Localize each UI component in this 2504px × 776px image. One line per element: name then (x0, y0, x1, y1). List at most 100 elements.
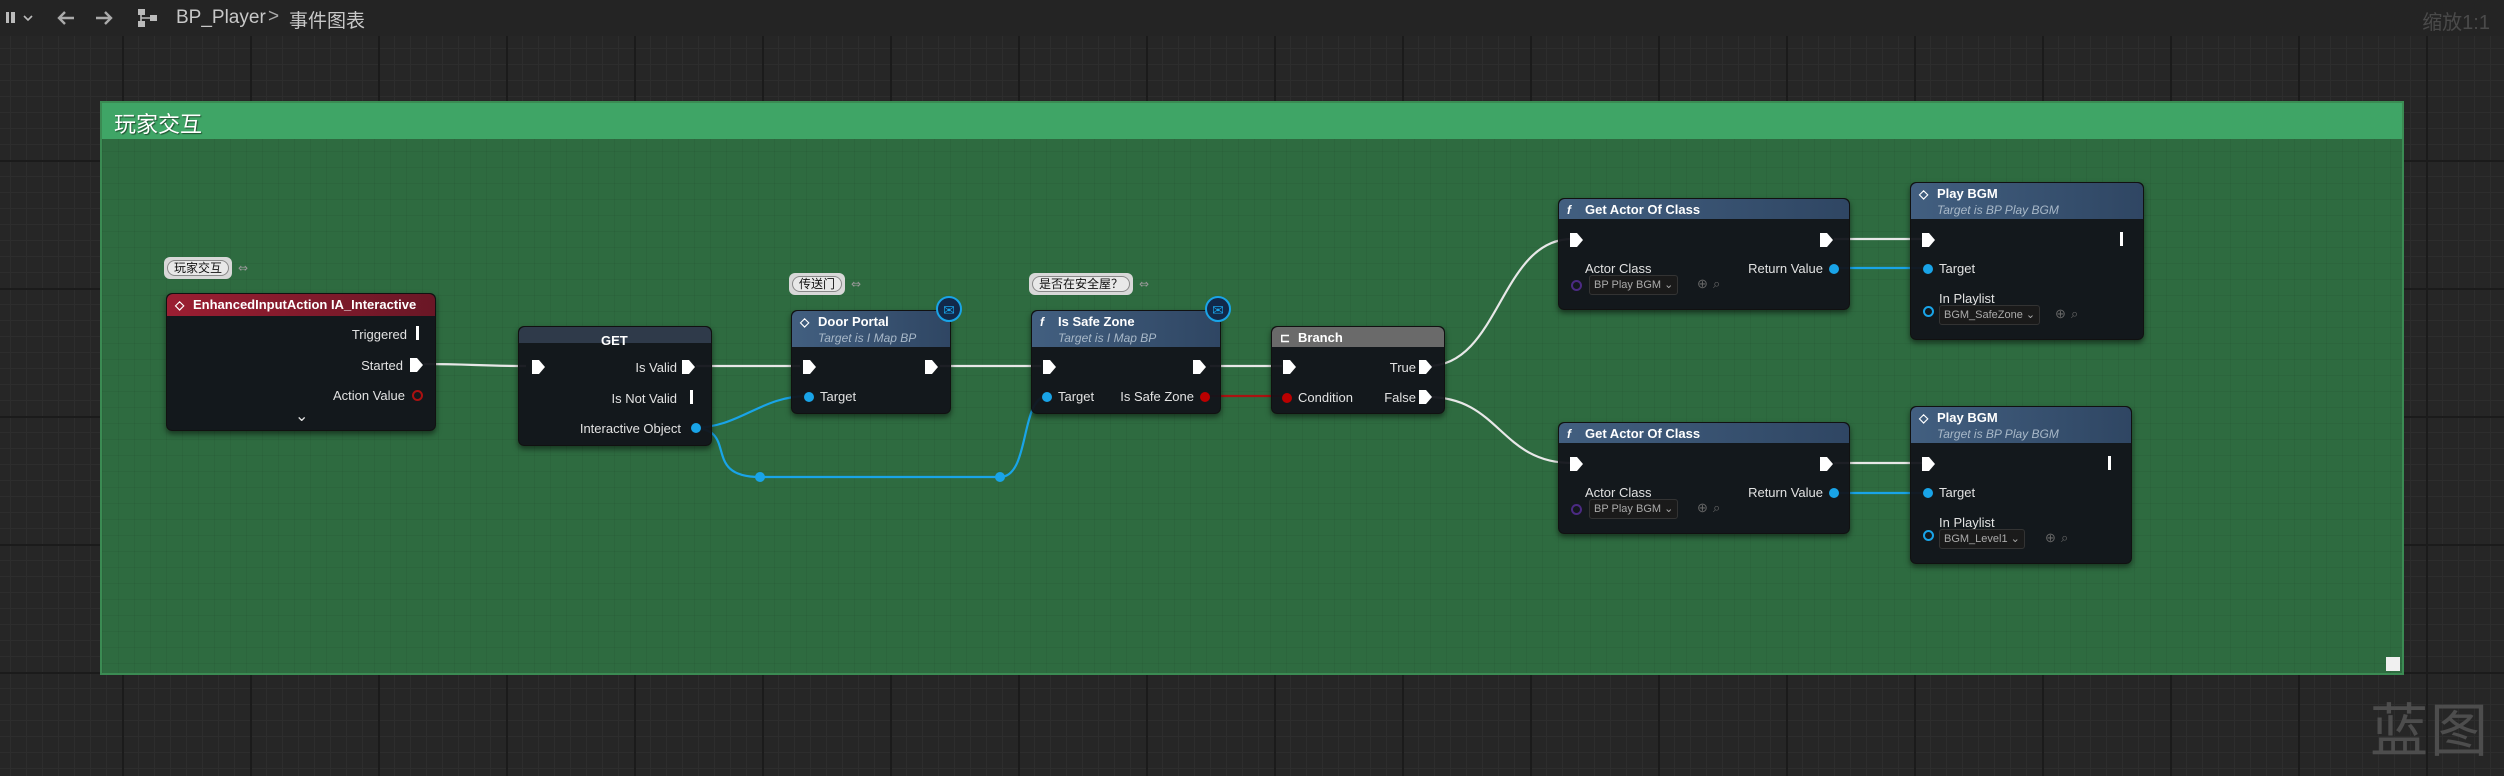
expand-arrow-icon[interactable]: ⌄ (295, 406, 308, 426)
pin-return-value[interactable] (1829, 264, 1839, 274)
pin-label-is-safe-zone: Is Safe Zone (1120, 389, 1194, 404)
pin-label-condition: Condition (1298, 390, 1353, 405)
pin-is-safe-zone[interactable] (1200, 392, 1210, 402)
message-icon: ◇ (800, 315, 810, 329)
node-branch[interactable]: ⊏ Branch True Condition False (1271, 326, 1445, 414)
pin-label-is-valid: Is Valid (635, 360, 677, 375)
node-play-bgm-2[interactable]: ◇ Play BGM Target is BP Play BGM Target … (1910, 406, 2132, 564)
pin-in-playlist[interactable] (1923, 530, 1934, 541)
interface-message-icon: ✉ (1205, 296, 1231, 322)
blueprint-watermark: 蓝图 (2369, 697, 2490, 765)
wire-exec-false-getactor2 (1427, 395, 1573, 465)
pin-label-false: False (1384, 390, 1416, 405)
node-input-event-header[interactable]: ◇ EnhancedInputAction IA_Interactive (167, 294, 435, 316)
node-subtitle: Target is I Map BP (1058, 331, 1157, 345)
browse-asset-icon[interactable]: ⌕ (1713, 500, 1720, 516)
pin-label-in-playlist: In Playlist (1939, 515, 1995, 530)
branch-icon: ⊏ (1280, 331, 1291, 345)
pin-actor-class[interactable] (1571, 280, 1582, 291)
use-selected-asset-icon[interactable]: ⊕ (2045, 530, 2056, 546)
function-icon: f (1567, 203, 1571, 217)
browse-asset-icon[interactable]: ⌕ (1713, 276, 1720, 292)
use-selected-asset-icon[interactable]: ⊕ (1697, 276, 1708, 292)
playlist-dropdown[interactable]: BGM_Level1 ⌄ (1939, 529, 2025, 549)
pin-label-triggered: Triggered (351, 327, 407, 342)
node-get[interactable]: GET Is Valid Is Not Valid Interactive Ob… (518, 326, 712, 446)
node-title: EnhancedInputAction IA_Interactive (193, 297, 417, 312)
pin-interactive-object[interactable] (691, 423, 701, 433)
exec-pin-out[interactable] (2120, 232, 2123, 246)
node-title: GET (601, 333, 628, 348)
node-get-header[interactable]: GET (519, 327, 711, 348)
pin-comment-icon[interactable]: ⇔ (851, 273, 861, 295)
pin-comment-icon[interactable]: ⇔ (1139, 273, 1149, 295)
wire-exec-started-get (423, 362, 527, 368)
node-door-portal-header[interactable]: ◇ Door Portal Target is I Map BP (792, 311, 950, 347)
playlist-value: BGM_Level1 (1944, 533, 2008, 545)
pin-target[interactable] (1042, 392, 1052, 402)
pin-label-interactive-object: Interactive Object (579, 421, 681, 436)
use-selected-asset-icon[interactable]: ⊕ (1697, 500, 1708, 516)
node-get-actor-of-class-2[interactable]: f Get Actor Of Class Actor Class Return … (1558, 422, 1850, 534)
pin-target[interactable] (1923, 264, 1933, 274)
pin-target[interactable] (804, 392, 814, 402)
pin-label-actor-class: Actor Class (1585, 485, 1652, 500)
node-comment-door[interactable]: 传送门 ⇔ (789, 273, 861, 295)
actor-class-value: BP Play BGM (1594, 503, 1662, 515)
pin-label-true: True (1389, 360, 1416, 375)
node-get-actor-of-class-1[interactable]: f Get Actor Of Class Actor Class Return … (1558, 198, 1850, 310)
node-title: Play BGM (1937, 410, 1998, 425)
wire-exec-true-getactor1 (1427, 237, 1573, 368)
pin-label-target: Target (1058, 389, 1095, 404)
actor-class-dropdown[interactable]: BP Play BGM ⌄ (1589, 499, 1679, 519)
node-door-portal[interactable]: ◇ Door Portal Target is I Map BP Target (791, 310, 951, 414)
pin-label-return-value: Return Value (1748, 485, 1823, 500)
node-comment-input-text: 玩家交互 (167, 260, 230, 276)
browse-asset-icon[interactable]: ⌕ (2071, 306, 2078, 322)
actor-class-dropdown[interactable]: BP Play BGM ⌄ (1589, 275, 1679, 295)
message-icon: ◇ (1919, 411, 1929, 425)
pin-label-target: Target (820, 389, 857, 404)
node-get-actor-header[interactable]: f Get Actor Of Class (1559, 199, 1849, 219)
node-play-bgm-header[interactable]: ◇ Play BGM Target is BP Play BGM (1911, 407, 2131, 443)
exec-pin-is-not-valid[interactable] (690, 390, 693, 404)
exec-pin-triggered[interactable] (416, 326, 419, 340)
pin-condition[interactable] (1282, 393, 1292, 403)
node-comment-input[interactable]: 玩家交互 ⇔ (164, 257, 248, 279)
pin-actor-class[interactable] (1571, 504, 1582, 515)
node-subtitle: Target is I Map BP (818, 331, 917, 345)
browse-asset-icon[interactable]: ⌕ (2061, 530, 2068, 546)
pin-return-value[interactable] (1829, 488, 1839, 498)
exec-pin-out[interactable] (2108, 456, 2111, 470)
pin-comment-icon[interactable]: ⇔ (238, 257, 248, 279)
pin-label-return-value: Return Value (1748, 261, 1823, 276)
pin-label-actor-class: Actor Class (1585, 261, 1652, 276)
interface-message-icon: ✉ (936, 296, 962, 322)
node-subtitle: Target is BP Play BGM (1937, 427, 2059, 441)
message-icon: ◇ (1919, 187, 1929, 201)
pin-label-is-not-valid: Is Not Valid (611, 391, 677, 406)
node-branch-header[interactable]: ⊏ Branch (1272, 327, 1444, 347)
node-play-bgm-header[interactable]: ◇ Play BGM Target is BP Play BGM (1911, 183, 2143, 219)
node-comment-safe-text: 是否在安全屋？ (1032, 276, 1131, 292)
function-icon: f (1567, 427, 1571, 441)
node-is-safe-zone[interactable]: f Is Safe Zone Target is I Map BP Target… (1031, 310, 1221, 414)
pin-action-value[interactable] (412, 390, 423, 401)
pin-target[interactable] (1923, 488, 1933, 498)
actor-class-value: BP Play BGM (1594, 279, 1662, 291)
pin-label-target: Target (1939, 485, 1976, 500)
node-title: Play BGM (1937, 186, 1998, 201)
pin-in-playlist[interactable] (1923, 306, 1934, 317)
node-play-bgm-1[interactable]: ◇ Play BGM Target is BP Play BGM Target … (1910, 182, 2144, 340)
playlist-value: BGM_SafeZone (1944, 309, 2023, 321)
pin-label-in-playlist: In Playlist (1939, 291, 1995, 306)
playlist-dropdown[interactable]: BGM_SafeZone ⌄ (1939, 305, 2041, 325)
node-comment-door-text: 传送门 (792, 276, 843, 292)
node-comment-safe[interactable]: 是否在安全屋？ ⇔ (1029, 273, 1149, 295)
wire-reroute-knot-1 (755, 472, 765, 482)
node-is-safe-zone-header[interactable]: f Is Safe Zone Target is I Map BP (1032, 311, 1220, 347)
use-selected-asset-icon[interactable]: ⊕ (2055, 306, 2066, 322)
node-input-event[interactable]: ◇ EnhancedInputAction IA_Interactive Tri… (166, 293, 436, 431)
node-get-actor-header[interactable]: f Get Actor Of Class (1559, 423, 1849, 443)
node-title: Get Actor Of Class (1585, 426, 1701, 441)
